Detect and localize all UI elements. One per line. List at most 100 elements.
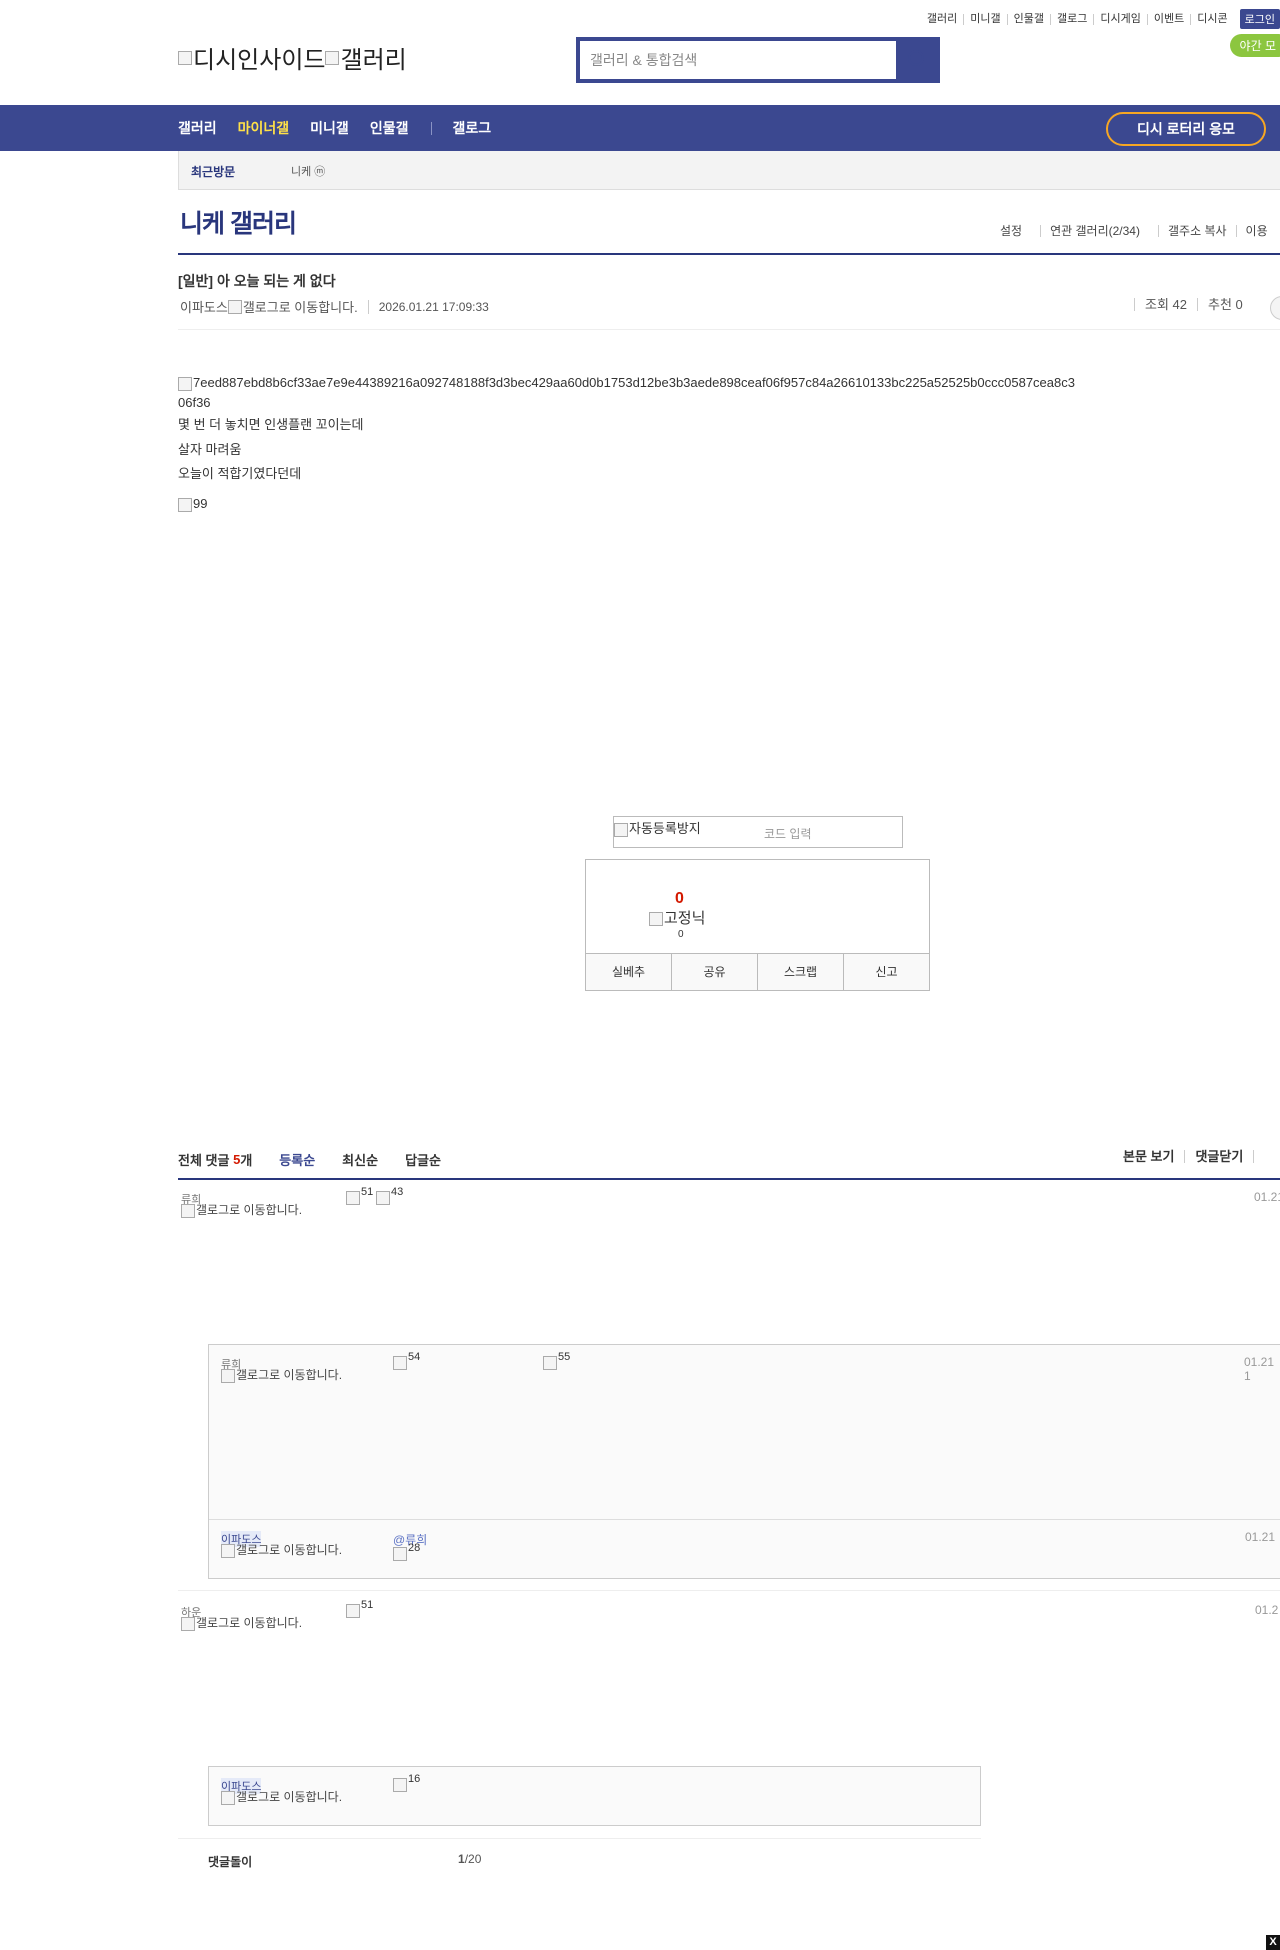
nav-gallog[interactable]: 갤로그 bbox=[452, 118, 491, 138]
recent-visit-item[interactable]: 니케 ⓜ bbox=[291, 163, 325, 179]
comment-pagination[interactable]: 1/20 bbox=[458, 1852, 481, 1866]
nav-minor-gallery[interactable]: 마이너갤 bbox=[238, 118, 290, 138]
post-image-2-alt: 99 bbox=[193, 496, 208, 511]
site-logo[interactable]: 디시인사이드 갤러리 bbox=[178, 40, 407, 75]
broken-image-icon bbox=[614, 822, 628, 837]
broken-image-icon bbox=[393, 1778, 407, 1792]
share-button[interactable]: 공유 bbox=[671, 954, 757, 990]
broken-image-icon bbox=[649, 912, 663, 927]
reply-gallog-link[interactable]: 갤로그로 이동합니다. bbox=[221, 1369, 351, 1383]
reply-gallog-link[interactable]: 갤로그로 이동합니다. bbox=[221, 1791, 351, 1805]
recommend-box: 0 고정닉 0 실베추 공유 스크랩 신고 bbox=[585, 859, 930, 991]
comment-icon-alt: 갤로그로 이동합니다. bbox=[196, 1616, 303, 1631]
recent-visit-label: 최근방문 bbox=[191, 165, 236, 179]
broken-image-icon bbox=[221, 1791, 235, 1805]
dccon-alt: 16 bbox=[408, 1772, 421, 1785]
post-image-1: 7eed887ebd8b6cf33ae7e9e44389216a09274818… bbox=[178, 373, 1078, 413]
search-icon bbox=[908, 50, 924, 66]
captcha-image: 자동등록방지 bbox=[614, 818, 701, 837]
broken-image-icon bbox=[178, 376, 192, 391]
recommend-buttons: 실베추 공유 스크랩 신고 bbox=[586, 953, 929, 990]
close-comments-button[interactable]: 댓글닫기 bbox=[1184, 1150, 1253, 1163]
sort-replies[interactable]: 답글순 bbox=[405, 1150, 441, 1169]
settings-link[interactable]: 설정 bbox=[1000, 225, 1031, 237]
comment-actions: 본문 보기 댓글닫기 bbox=[1123, 1150, 1274, 1163]
report-button[interactable]: 신고 bbox=[843, 954, 929, 990]
broken-image-icon bbox=[346, 1191, 360, 1205]
util-link-dcgame[interactable]: 디시게임 bbox=[1093, 13, 1146, 25]
related-gallery-link[interactable]: 연관 갤러리(2/34) bbox=[1040, 225, 1149, 237]
best-recommend-button[interactable]: 실베추 bbox=[586, 954, 671, 990]
close-icon[interactable]: X bbox=[1266, 1935, 1280, 1950]
captcha-alt: 자동등록방지 bbox=[629, 821, 701, 836]
post-author[interactable]: 이파도스 bbox=[180, 297, 228, 316]
comment-icon-alt: 갤로그로 이동합니다. bbox=[236, 1543, 343, 1558]
reply-dccon: 54 bbox=[393, 1351, 420, 1370]
comment-total-label: 전체 댓글 bbox=[178, 1153, 230, 1168]
gallery-title[interactable]: 니케 갤러리 bbox=[180, 204, 297, 240]
nav-gallery[interactable]: 갤러리 bbox=[178, 118, 217, 138]
comment-dccon: 51 bbox=[346, 1599, 373, 1618]
post-date: 2026.01.21 17:09:33 bbox=[367, 299, 489, 314]
broken-image-icon bbox=[346, 1604, 360, 1618]
comment-total-unit: 개 bbox=[240, 1153, 253, 1168]
more-options-icon[interactable] bbox=[1270, 296, 1280, 320]
comment-divider bbox=[178, 1838, 981, 1839]
reply-time: 01.21 bbox=[1245, 1530, 1276, 1544]
fixed-nick-alt: 고정닉 bbox=[664, 910, 706, 927]
comment-icon-alt: 갤로그로 이동합니다. bbox=[236, 1790, 343, 1805]
util-link-dccon[interactable]: 디시콘 bbox=[1190, 13, 1233, 25]
util-link-minigall[interactable]: 미니갤 bbox=[963, 13, 1006, 25]
sort-registered[interactable]: 등록순 bbox=[279, 1150, 315, 1169]
broken-image-icon bbox=[543, 1356, 557, 1370]
dccon-alt: 55 bbox=[558, 1350, 571, 1363]
util-nav: 갤러리 미니갤 인물갤 갤로그 디시게임 이벤트 디시콘 로그인 bbox=[921, 9, 1280, 29]
post-image-1-alt: 7eed887ebd8b6cf33ae7e9e44389216a09274818… bbox=[178, 375, 1075, 410]
gallog-icon[interactable] bbox=[227, 299, 242, 314]
title-underline bbox=[178, 253, 1280, 255]
nav-mini-gallery[interactable]: 미니갤 bbox=[310, 118, 349, 138]
view-post-button[interactable]: 본문 보기 bbox=[1123, 1150, 1184, 1163]
broken-image-icon bbox=[221, 1369, 235, 1383]
broken-image-icon bbox=[376, 1191, 390, 1205]
reply-box bbox=[208, 1344, 1280, 1579]
reply-gallog-link[interactable]: 갤로그로 이동합니다. bbox=[221, 1544, 351, 1558]
captcha-input[interactable]: 코드 입력 bbox=[764, 825, 812, 842]
scrap-button[interactable]: 스크랩 bbox=[757, 954, 843, 990]
dccon-alt: 54 bbox=[408, 1350, 421, 1363]
nav-person-gallery[interactable]: 인물갤 bbox=[370, 118, 409, 138]
gallery-options: 설정 연관 갤러리(2/34) 갤주소 복사 이용 bbox=[1000, 225, 1277, 237]
login-button[interactable]: 로그인 bbox=[1239, 9, 1280, 29]
util-link-person[interactable]: 인물갤 bbox=[1006, 13, 1050, 25]
broken-image-icon bbox=[181, 1617, 195, 1631]
comment-icon-alt: 갤로그로 이동합니다. bbox=[196, 1203, 303, 1218]
comment-gallog-link[interactable]: 갤로그로 이동합니다. bbox=[181, 1204, 311, 1218]
comment-dccon: 51 bbox=[346, 1186, 373, 1205]
comment-gallog-link[interactable]: 갤로그로 이동합니다. bbox=[181, 1617, 311, 1631]
fixed-nick-recommend[interactable]: 고정닉 bbox=[649, 907, 705, 928]
search-button[interactable] bbox=[896, 37, 940, 83]
copy-address-link[interactable]: 갤주소 복사 bbox=[1157, 225, 1236, 237]
fixed-nick-count: 0 bbox=[678, 929, 684, 940]
recent-visit-bar: 최근방문 니케 ⓜ bbox=[178, 151, 1280, 190]
broken-image-icon bbox=[393, 1547, 407, 1561]
dccon-alt: 43 bbox=[391, 1185, 404, 1198]
post-line-3: 오늘이 적합기였다던데 bbox=[178, 466, 302, 481]
sort-latest[interactable]: 최신순 bbox=[342, 1150, 378, 1169]
captcha-box: 자동등록방지 코드 입력 bbox=[613, 816, 903, 848]
dccon-alt: 51 bbox=[361, 1598, 374, 1611]
broken-image-icon bbox=[221, 1544, 235, 1558]
night-mode-toggle[interactable]: 야간 모 bbox=[1229, 34, 1280, 57]
lotto-button[interactable]: 디시 로터리 응모 bbox=[1106, 112, 1266, 146]
dccon-alt: 28 bbox=[408, 1541, 421, 1554]
search-input[interactable]: 갤러리 & 통합검색 bbox=[580, 41, 896, 79]
nav-divider bbox=[431, 121, 433, 135]
usage-link[interactable]: 이용 bbox=[1235, 225, 1277, 237]
broken-image-icon bbox=[393, 1356, 407, 1370]
util-link-gallog[interactable]: 갤로그 bbox=[1050, 13, 1093, 25]
util-link-gallery[interactable]: 갤러리 bbox=[921, 13, 963, 25]
reply-divider bbox=[209, 1519, 1280, 1520]
util-link-event[interactable]: 이벤트 bbox=[1146, 13, 1190, 25]
comment-dccon: 43 bbox=[376, 1186, 403, 1205]
recommend-count: 0 bbox=[675, 890, 684, 907]
